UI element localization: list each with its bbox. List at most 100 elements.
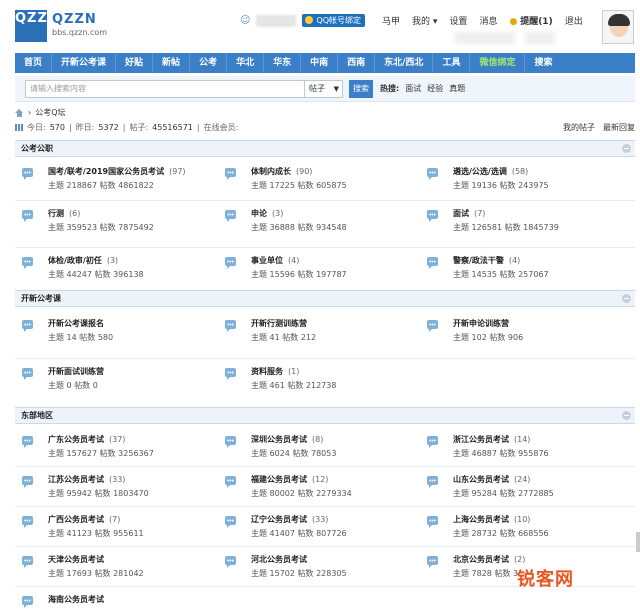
- nav-home[interactable]: 首页: [15, 53, 53, 73]
- forum-title[interactable]: 国考/联考/2019国家公务员考试 (97): [48, 166, 186, 177]
- blurred-username[interactable]: [256, 14, 297, 27]
- hot-item-experience[interactable]: 经验: [427, 83, 443, 94]
- forum-name[interactable]: 行测: [48, 209, 64, 218]
- forum-item[interactable]: 遴选/公选/选调 (58) 主题 19136 帖数 243975: [427, 166, 627, 196]
- nav-tools[interactable]: 工具: [433, 53, 471, 73]
- forum-name[interactable]: 体检/政审/初任: [48, 256, 102, 265]
- forum-item[interactable]: 申论 (3) 主题 36888 帖数 934548: [225, 208, 425, 238]
- forum-item[interactable]: 福建公务员考试 (12) 主题 80002 帖数 2279334: [225, 474, 425, 504]
- forum-item[interactable]: 深圳公务员考试 (8) 主题 6024 帖数 78053: [225, 434, 425, 464]
- forum-title[interactable]: 体检/政审/初任 (3): [48, 255, 118, 266]
- collapse-icon[interactable]: [622, 411, 631, 420]
- nav-southwest[interactable]: 西南: [338, 53, 376, 73]
- forum-title[interactable]: 天津公务员考试: [48, 554, 109, 565]
- forum-item[interactable]: 广西公务员考试 (7) 主题 41123 帖数 955611: [22, 514, 222, 544]
- forum-name[interactable]: 开新公考课报名: [48, 319, 104, 328]
- forum-name[interactable]: 深圳公务员考试: [251, 435, 307, 444]
- forum-item[interactable]: 开新公考课报名 主题 14 帖数 580: [22, 318, 222, 348]
- forum-title[interactable]: 开新申论训练营: [453, 318, 514, 329]
- collapse-icon[interactable]: [622, 294, 631, 303]
- forum-item[interactable]: 行测 (6) 主题 359523 帖数 7875492: [22, 208, 222, 238]
- section-header[interactable]: 开新公考课: [15, 290, 635, 307]
- forum-title[interactable]: 北京公务员考试 (2): [453, 554, 525, 565]
- forum-title[interactable]: 辽宁公务员考试 (33): [251, 514, 328, 525]
- home-icon[interactable]: [15, 108, 24, 117]
- forum-title[interactable]: 福建公务员考试 (12): [251, 474, 328, 485]
- forum-name[interactable]: 上海公务员考试: [453, 515, 509, 524]
- forum-name[interactable]: 天津公务员考试: [48, 555, 104, 564]
- search-input[interactable]: 请输入搜索内容: [25, 80, 305, 98]
- site-logo[interactable]: QZZN: [15, 10, 59, 42]
- forum-name[interactable]: 江苏公务员考试: [48, 475, 104, 484]
- latest-reply-link[interactable]: 最新回复: [603, 122, 635, 133]
- link-account[interactable]: 马甲: [382, 14, 400, 27]
- forum-item[interactable]: 海南公务员考试: [22, 594, 222, 610]
- forum-title[interactable]: 广东公务员考试 (37): [48, 434, 125, 445]
- my-posts-link[interactable]: 我的帖子: [563, 122, 595, 133]
- nav-wechat-bind[interactable]: 微信绑定: [470, 53, 526, 73]
- nav-good-posts[interactable]: 好贴: [116, 53, 154, 73]
- nav-new-posts[interactable]: 新帖: [153, 53, 191, 73]
- forum-item[interactable]: 开新申论训练营 主题 102 帖数 906: [427, 318, 627, 348]
- forum-item[interactable]: 河北公务员考试 主题 15702 帖数 228305: [225, 554, 425, 584]
- qq-bind-button[interactable]: QQ帐号绑定: [302, 14, 366, 27]
- nav-northeast-northwest[interactable]: 东北/西北: [375, 53, 434, 73]
- hot-item-interview[interactable]: 面试: [405, 83, 421, 94]
- forum-name[interactable]: 辽宁公务员考试: [251, 515, 307, 524]
- forum-title[interactable]: 遴选/公选/选调 (58): [453, 166, 528, 177]
- forum-name[interactable]: 资料服务: [251, 367, 283, 376]
- forum-name[interactable]: 广西公务员考试: [48, 515, 104, 524]
- forum-name[interactable]: 河北公务员考试: [251, 555, 307, 564]
- forum-title[interactable]: 资料服务 (1): [251, 366, 299, 377]
- forum-item[interactable]: 开新面试训练营 主题 0 帖数 0: [22, 366, 222, 396]
- forum-title[interactable]: 浙江公务员考试 (14): [453, 434, 530, 445]
- forum-item[interactable]: 体制内成长 (90) 主题 17225 帖数 605875: [225, 166, 425, 196]
- nav-central-south[interactable]: 中南: [301, 53, 339, 73]
- link-reminders[interactable]: ● 提醒(1): [509, 14, 552, 27]
- section-header[interactable]: 东部地区: [15, 407, 635, 424]
- forum-name[interactable]: 国考/联考/2019国家公务员考试: [48, 167, 164, 176]
- forum-item[interactable]: 山东公务员考试 (24) 主题 95284 帖数 2772885: [427, 474, 627, 504]
- forum-item[interactable]: 资料服务 (1) 主题 461 帖数 212738: [225, 366, 425, 396]
- forum-name[interactable]: 浙江公务员考试: [453, 435, 509, 444]
- avatar[interactable]: [602, 10, 634, 44]
- forum-name[interactable]: 广东公务员考试: [48, 435, 104, 444]
- forum-title[interactable]: 行测 (6): [48, 208, 80, 219]
- nav-east[interactable]: 华东: [264, 53, 302, 73]
- forum-name[interactable]: 开新行测训练营: [251, 319, 307, 328]
- forum-title[interactable]: 广西公务员考试 (7): [48, 514, 120, 525]
- forum-title[interactable]: 江苏公务员考试 (33): [48, 474, 125, 485]
- forum-title[interactable]: 河北公务员考试: [251, 554, 312, 565]
- forum-item[interactable]: 江苏公务员考试 (33) 主题 95942 帖数 1803470: [22, 474, 222, 504]
- search-type-select[interactable]: 帖子 ▼: [305, 80, 343, 98]
- forum-title[interactable]: 上海公务员考试 (10): [453, 514, 530, 525]
- forum-title[interactable]: 开新行测训练营: [251, 318, 312, 329]
- collapse-icon[interactable]: [622, 144, 631, 153]
- forum-name[interactable]: 警察/政法干警: [453, 256, 504, 265]
- nav-search[interactable]: 搜索: [525, 53, 561, 73]
- scrollbar[interactable]: [636, 532, 640, 552]
- forum-name[interactable]: 开新面试训练营: [48, 367, 104, 376]
- forum-item[interactable]: 面试 (7) 主题 126581 帖数 1845739: [427, 208, 627, 238]
- forum-title[interactable]: 体制内成长 (90): [251, 166, 312, 177]
- forum-title[interactable]: 海南公务员考试: [48, 594, 109, 605]
- forum-name[interactable]: 申论: [251, 209, 267, 218]
- forum-item[interactable]: 广东公务员考试 (37) 主题 157627 帖数 3256367: [22, 434, 222, 464]
- forum-name[interactable]: 体制内成长: [251, 167, 291, 176]
- link-settings[interactable]: 设置: [449, 14, 467, 27]
- breadcrumb-current[interactable]: 公考Q坛: [35, 107, 65, 118]
- forum-title[interactable]: 事业单位 (4): [251, 255, 299, 266]
- forum-item[interactable]: 上海公务员考试 (10) 主题 28732 帖数 668556: [427, 514, 627, 544]
- forum-item[interactable]: 开新行测训练营 主题 41 帖数 212: [225, 318, 425, 348]
- forum-item[interactable]: 国考/联考/2019国家公务员考试 (97) 主题 218867 帖数 486182…: [22, 166, 222, 196]
- forum-item[interactable]: 辽宁公务员考试 (33) 主题 41407 帖数 807726: [225, 514, 425, 544]
- hot-item-real-questions[interactable]: 真题: [449, 83, 465, 94]
- nav-new-course[interactable]: 开新公考课: [52, 53, 117, 73]
- forum-item[interactable]: 天津公务员考试 主题 17693 帖数 281042: [22, 554, 222, 584]
- forum-item[interactable]: 体检/政审/初任 (3) 主题 44247 帖数 396138: [22, 255, 222, 285]
- forum-name[interactable]: 遴选/公选/选调: [453, 167, 507, 176]
- site-name[interactable]: QZZN: [52, 12, 97, 27]
- forum-name[interactable]: 面试: [453, 209, 469, 218]
- forum-item[interactable]: 警察/政法干警 (4) 主题 14535 帖数 257067: [427, 255, 627, 285]
- forum-title[interactable]: 面试 (7): [453, 208, 485, 219]
